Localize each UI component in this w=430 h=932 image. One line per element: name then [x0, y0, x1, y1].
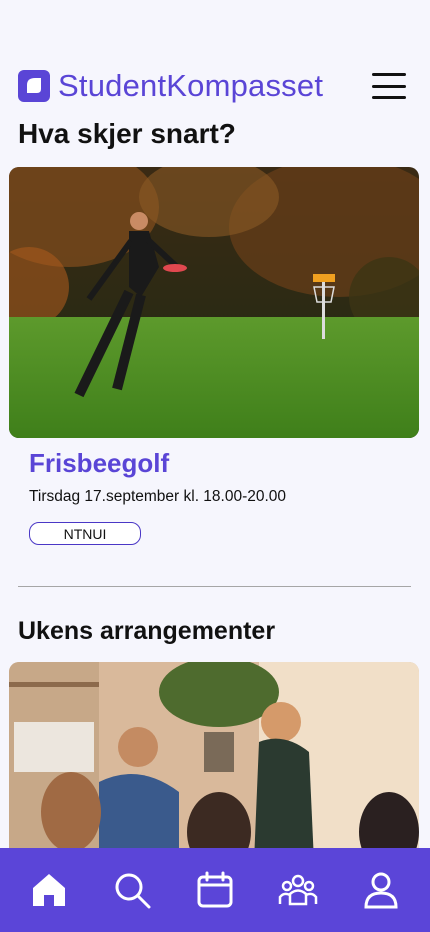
nav-profile[interactable]	[355, 864, 407, 916]
hamburger-menu-icon[interactable]	[372, 73, 406, 99]
profile-icon	[364, 872, 398, 909]
weekly-section-title: Ukens arrangementer	[18, 617, 276, 645]
nav-search[interactable]	[106, 864, 158, 916]
nav-calendar[interactable]	[189, 864, 241, 916]
brand[interactable]: StudentKompasset	[18, 68, 323, 104]
search-icon	[115, 873, 151, 909]
brand-name: StudentKompasset	[58, 68, 324, 103]
upcoming-section-title: Hva skjer snart?	[18, 118, 236, 149]
app-header: StudentKompasset	[18, 66, 406, 106]
event-title[interactable]: Frisbeegolf	[29, 448, 169, 479]
organizer-tag[interactable]: NTNUI	[29, 522, 141, 545]
nav-home[interactable]	[23, 864, 75, 916]
weekly-event-image[interactable]	[9, 662, 419, 862]
home-icon	[33, 874, 66, 906]
nav-groups[interactable]	[272, 864, 324, 916]
event-date: Tirsdag 17.september kl. 18.00-20.00	[29, 488, 287, 505]
section-divider	[18, 586, 411, 587]
groups-icon	[278, 874, 318, 906]
compass-logo-icon	[18, 70, 50, 102]
event-image[interactable]	[9, 167, 419, 438]
calendar-icon	[197, 871, 233, 908]
bottom-navigation	[0, 848, 430, 932]
